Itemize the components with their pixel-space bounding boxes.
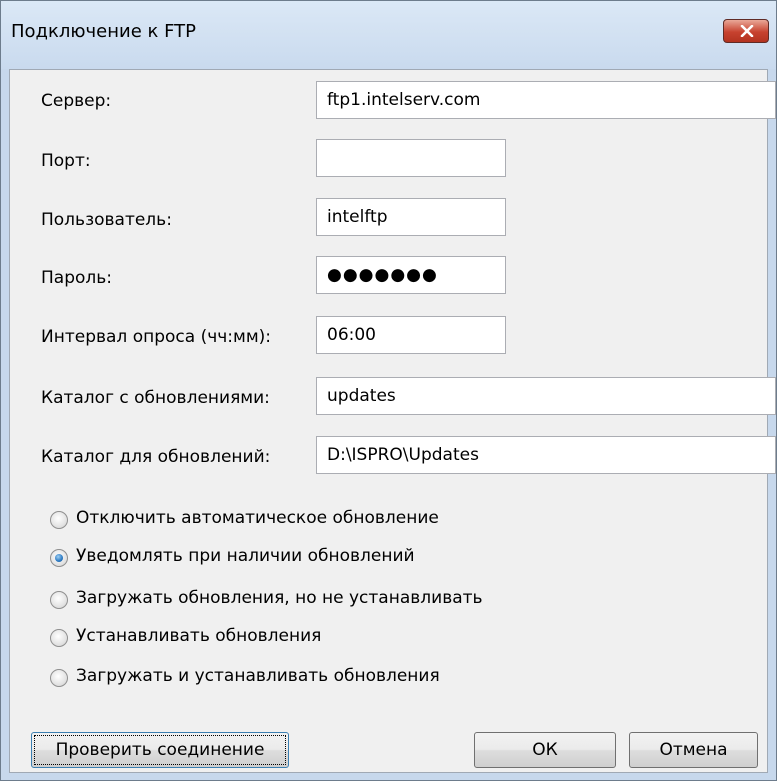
option-label: Загружать обновления, но не устанавливат… bbox=[76, 588, 483, 608]
title-bar[interactable]: Подключение к FTP bbox=[1, 1, 776, 69]
radio-button[interactable] bbox=[50, 591, 68, 609]
port-label: Порт: bbox=[41, 151, 91, 171]
radio-button-selected[interactable] bbox=[50, 549, 68, 567]
user-field[interactable]: intelftp bbox=[316, 198, 506, 236]
updates-source-label: Каталог с обновлениями: bbox=[41, 388, 270, 408]
dialog-body: Сервер: ftp1.intelserv.com Порт: Пользов… bbox=[9, 69, 776, 773]
password-label: Пароль: bbox=[41, 268, 113, 288]
radio-dot-icon bbox=[55, 554, 63, 562]
test-connection-label: Проверить соединение bbox=[34, 735, 286, 765]
user-label: Пользователь: bbox=[41, 210, 172, 230]
option-label: Загружать и устанавливать обновления bbox=[76, 666, 440, 686]
window-title: Подключение к FTP bbox=[11, 21, 196, 42]
password-field[interactable]: ●●●●●●● bbox=[316, 256, 506, 294]
ok-button[interactable]: ОК bbox=[474, 732, 616, 768]
server-label: Сервер: bbox=[41, 91, 112, 111]
radio-button[interactable] bbox=[50, 511, 68, 529]
radio-button[interactable] bbox=[50, 669, 68, 687]
updates-source-field[interactable]: updates bbox=[316, 377, 776, 415]
radio-button[interactable] bbox=[50, 629, 68, 647]
poll-interval-label: Интервал опроса (чч:мм): bbox=[41, 327, 272, 347]
port-field[interactable] bbox=[316, 139, 506, 177]
updates-target-label: Каталог для обновлений: bbox=[41, 447, 271, 467]
poll-interval-field[interactable]: 06:00 bbox=[316, 316, 506, 354]
close-button[interactable] bbox=[723, 19, 769, 43]
ftp-connection-dialog: Подключение к FTP Сервер: ftp1.intelserv… bbox=[0, 0, 777, 781]
option-label: Устанавливать обновления bbox=[76, 626, 322, 646]
close-icon bbox=[740, 25, 754, 37]
option-label: Уведомлять при наличии обновлений bbox=[76, 546, 415, 566]
server-field[interactable]: ftp1.intelserv.com bbox=[316, 81, 776, 119]
option-label: Отключить автоматическое обновление bbox=[76, 508, 439, 528]
updates-target-field[interactable]: D:\ISPRO\Updates bbox=[316, 436, 776, 474]
test-connection-button[interactable]: Проверить соединение bbox=[31, 732, 289, 768]
cancel-button[interactable]: Отмена bbox=[629, 732, 758, 768]
